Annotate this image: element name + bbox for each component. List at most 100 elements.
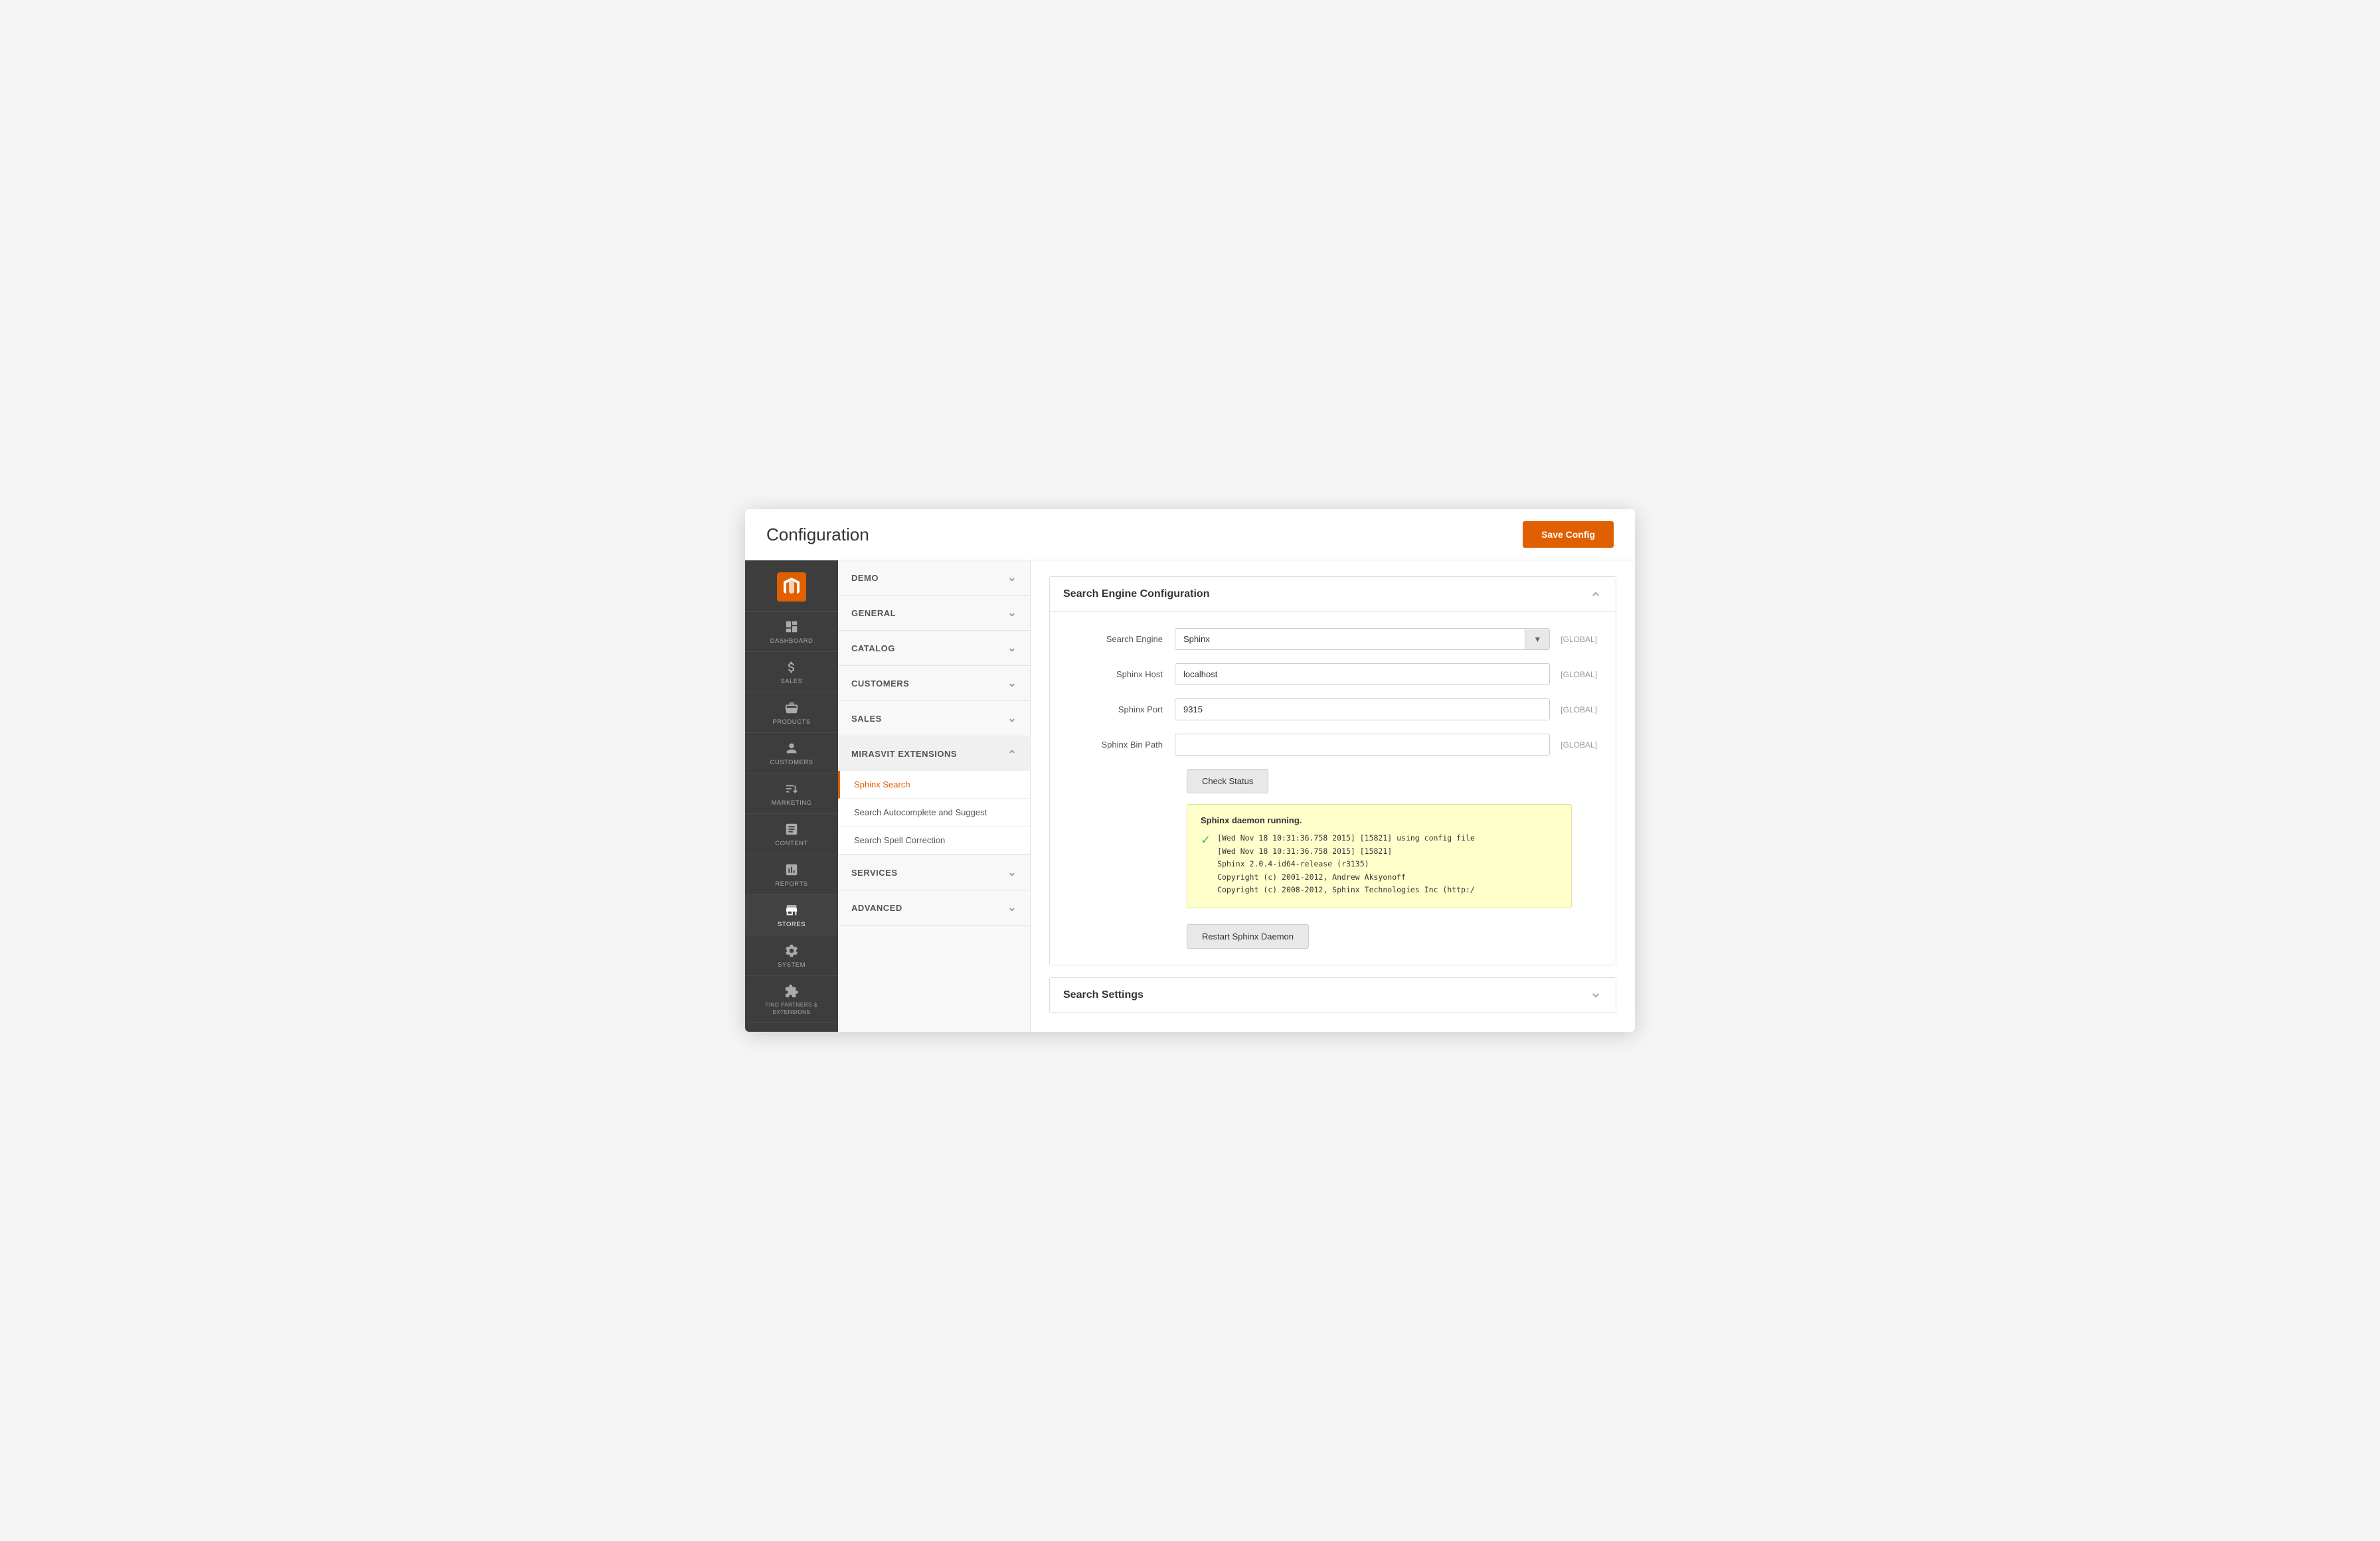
sphinx-bin-path-label: Sphinx Bin Path (1068, 740, 1175, 750)
sidebar-item-customers-label: CUSTOMERS (770, 759, 813, 766)
left-nav-section-general: GENERAL ⌄ (838, 596, 1030, 631)
sidebar-item-reports[interactable]: REPORTS (745, 854, 838, 895)
sidebar-item-dashboard-label: DASHBOARD (770, 637, 813, 645)
left-nav-section-advanced: ADVANCED ⌄ (838, 890, 1030, 926)
left-nav-section-catalog: CATALOG ⌄ (838, 631, 1030, 666)
products-icon (784, 700, 799, 715)
mirasvit-subitems: Sphinx Search Search Autocomplete and Su… (838, 771, 1030, 854)
search-engine-label: Search Engine (1068, 634, 1175, 644)
sidebar-item-content[interactable]: CONTENT (745, 814, 838, 854)
chevron-down-icon: ⌄ (1007, 606, 1017, 619)
page-title: Configuration (766, 525, 869, 545)
sphinx-host-input[interactable] (1175, 663, 1550, 685)
status-title: Sphinx daemon running. (1201, 815, 1558, 825)
sphinx-port-field (1175, 698, 1550, 720)
status-text: [Wed Nov 18 10:31:36.758 2015] [15821] u… (1217, 832, 1475, 897)
search-settings-expand-button[interactable] (1589, 989, 1602, 1002)
sidebar-item-content-label: CONTENT (775, 840, 808, 847)
chevron-up-icon: ⌄ (1007, 747, 1017, 760)
chevron-down-icon: ⌄ (1007, 641, 1017, 655)
marketing-icon (784, 781, 799, 796)
sidebar-item-extensions[interactable]: FIND PARTNERS & EXTENSIONS (745, 976, 838, 1023)
sidebar-item-marketing-label: MARKETING (772, 799, 812, 807)
left-nav-subitem-sphinx-search[interactable]: Sphinx Search (838, 771, 1030, 799)
select-arrow-icon: ▼ (1525, 629, 1549, 649)
search-engine-config-body: Search Engine Sphinx MySQL Elasticsearch… (1050, 612, 1616, 965)
search-engine-global-label: [GLOBAL] (1561, 635, 1597, 644)
sphinx-bin-path-field (1175, 734, 1550, 756)
search-engine-config-header: Search Engine Configuration (1050, 577, 1616, 612)
sidebar-item-stores-label: STORES (778, 921, 806, 928)
magento-logo-icon (777, 572, 806, 602)
content-icon (784, 822, 799, 837)
chevron-down-icon: ⌄ (1007, 677, 1017, 690)
main-content: Search Engine Configuration Search Engin… (1031, 560, 1635, 1032)
sphinx-bin-path-global-label: [GLOBAL] (1561, 740, 1597, 750)
sphinx-host-global-label: [GLOBAL] (1561, 670, 1597, 679)
sales-icon (784, 660, 799, 675)
sphinx-port-global-label: [GLOBAL] (1561, 705, 1597, 714)
left-nav-section-advanced-header[interactable]: ADVANCED ⌄ (838, 890, 1030, 925)
sphinx-bin-path-row: Sphinx Bin Path [GLOBAL] (1068, 734, 1597, 756)
sidebar-item-sales[interactable]: SALES (745, 652, 838, 692)
sidebar-item-sales-label: SALES (780, 678, 802, 685)
left-nav-section-customers-header[interactable]: CUSTOMERS ⌄ (838, 666, 1030, 700)
sphinx-port-input[interactable] (1175, 698, 1550, 720)
restart-sphinx-daemon-button[interactable]: Restart Sphinx Daemon (1187, 924, 1309, 949)
sidebar-item-marketing[interactable]: MARKETING (745, 773, 838, 814)
sidebar-item-system-label: SYSTEM (778, 961, 806, 969)
sphinx-host-row: Sphinx Host [GLOBAL] (1068, 663, 1597, 685)
sidebar-item-extensions-label: FIND PARTNERS & EXTENSIONS (750, 1002, 833, 1016)
save-config-button[interactable]: Save Config (1523, 521, 1614, 548)
sphinx-host-field (1175, 663, 1550, 685)
left-nav-section-catalog-header[interactable]: CATALOG ⌄ (838, 631, 1030, 665)
search-engine-config-panel: Search Engine Configuration Search Engin… (1049, 576, 1616, 965)
sphinx-port-label: Sphinx Port (1068, 704, 1175, 714)
chevron-down-icon: ⌄ (1007, 571, 1017, 584)
stores-icon (784, 903, 799, 918)
left-nav: DEMO ⌄ GENERAL ⌄ CATALOG ⌄ (838, 560, 1031, 1032)
status-box: Sphinx daemon running. ✓ [Wed Nov 18 10:… (1187, 804, 1572, 908)
left-nav-section-sales: SALES ⌄ (838, 701, 1030, 736)
left-nav-section-general-header[interactable]: GENERAL ⌄ (838, 596, 1030, 630)
expand-icon (1589, 989, 1602, 1002)
sidebar-item-dashboard[interactable]: DASHBOARD (745, 611, 838, 652)
search-engine-select-wrapper: Sphinx MySQL Elasticsearch ▼ (1175, 628, 1550, 650)
left-nav-section-mirasvit: MIRASVIT EXTENSIONS ⌄ Sphinx Search Sear… (838, 736, 1030, 855)
sphinx-port-row: Sphinx Port [GLOBAL] (1068, 698, 1597, 720)
check-status-button[interactable]: Check Status (1187, 769, 1268, 793)
status-content: ✓ [Wed Nov 18 10:31:36.758 2015] [15821]… (1201, 832, 1558, 897)
search-engine-field: Sphinx MySQL Elasticsearch ▼ (1175, 628, 1550, 650)
reports-icon (784, 862, 799, 877)
sidebar-item-system[interactable]: SYSTEM (745, 935, 838, 976)
search-settings-title: Search Settings (1063, 989, 1144, 1001)
dashboard-icon (784, 619, 799, 634)
search-settings-panel: Search Settings (1049, 977, 1616, 1013)
search-engine-select[interactable]: Sphinx MySQL Elasticsearch (1175, 629, 1525, 649)
sphinx-bin-path-input[interactable] (1175, 734, 1550, 756)
sidebar: DASHBOARD SALES PRODUCTS CUSTOMERS MARKE… (745, 560, 838, 1032)
customers-icon (784, 741, 799, 756)
collapse-button[interactable] (1589, 588, 1602, 601)
left-nav-section-demo: DEMO ⌄ (838, 560, 1030, 596)
sidebar-item-customers[interactable]: CUSTOMERS (745, 733, 838, 773)
sidebar-logo (745, 560, 838, 611)
chevron-down-icon: ⌄ (1007, 901, 1017, 914)
collapse-icon (1589, 588, 1602, 601)
extensions-icon (784, 984, 799, 999)
sidebar-item-reports-label: REPORTS (775, 880, 808, 888)
status-check-icon: ✓ (1201, 833, 1211, 847)
left-nav-subitem-autocomplete[interactable]: Search Autocomplete and Suggest (838, 799, 1030, 827)
sphinx-host-label: Sphinx Host (1068, 669, 1175, 679)
left-nav-subitem-spell-correction[interactable]: Search Spell Correction (838, 827, 1030, 854)
search-engine-config-title: Search Engine Configuration (1063, 588, 1209, 600)
sidebar-item-products[interactable]: PRODUCTS (745, 692, 838, 733)
left-nav-section-mirasvit-header[interactable]: MIRASVIT EXTENSIONS ⌄ (838, 736, 1030, 771)
search-engine-row: Search Engine Sphinx MySQL Elasticsearch… (1068, 628, 1597, 650)
sidebar-item-stores[interactable]: STORES (745, 895, 838, 935)
left-nav-section-sales-header[interactable]: SALES ⌄ (838, 701, 1030, 736)
left-nav-section-customers: CUSTOMERS ⌄ (838, 666, 1030, 701)
left-nav-section-services-header[interactable]: SERVICES ⌄ (838, 855, 1030, 890)
left-nav-section-services: SERVICES ⌄ (838, 855, 1030, 890)
left-nav-section-demo-header[interactable]: DEMO ⌄ (838, 560, 1030, 595)
